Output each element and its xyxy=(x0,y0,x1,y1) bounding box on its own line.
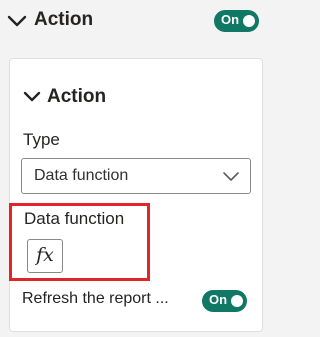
fx-button[interactable]: fx xyxy=(27,239,63,273)
format-pane: Action On Action Type Data function Data… xyxy=(0,0,271,337)
chevron-down-icon xyxy=(223,172,239,181)
type-label: Type xyxy=(23,130,60,149)
refresh-toggle-label: On xyxy=(209,292,228,307)
action-section-header[interactable]: Action On xyxy=(0,0,271,44)
type-dropdown-value: Data function xyxy=(34,167,129,184)
action-toggle[interactable]: On xyxy=(214,10,259,32)
action-section-title: Action xyxy=(34,9,94,30)
action-toggle-label: On xyxy=(221,12,240,27)
type-dropdown[interactable]: Data function xyxy=(21,158,251,194)
fx-icon: fx xyxy=(36,244,54,266)
action-card-title[interactable]: Action xyxy=(47,86,106,108)
data-function-label: Data function xyxy=(24,209,125,228)
toggle-knob xyxy=(231,295,243,307)
refresh-report-label: Refresh the report ... xyxy=(22,290,169,307)
chevron-down-icon[interactable] xyxy=(6,13,28,29)
toggle-knob xyxy=(243,15,255,27)
chevron-down-icon[interactable] xyxy=(22,90,42,104)
refresh-report-toggle[interactable]: On xyxy=(202,290,247,312)
